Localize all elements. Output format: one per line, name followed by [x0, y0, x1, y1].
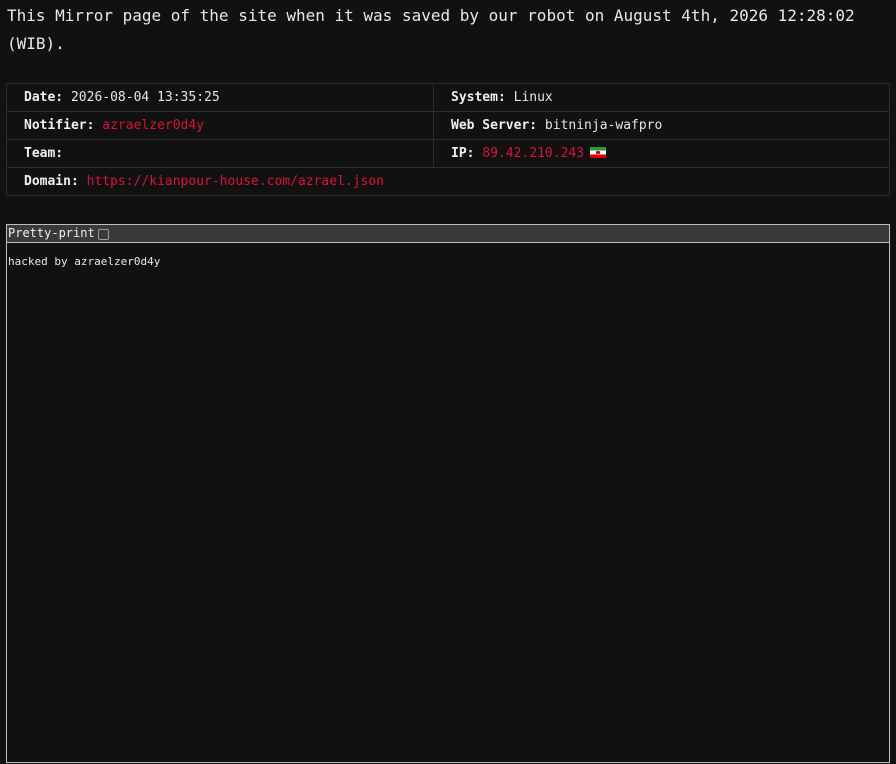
info-row: Domain: https://kianpour-house.com/azrae…: [6, 167, 890, 196]
info-row: Notifier: azraelzer0d4y Web Server: bitn…: [6, 111, 890, 140]
domain-cell: Domain: https://kianpour-house.com/azrae…: [6, 167, 890, 196]
domain-link[interactable]: https://kianpour-house.com/azrael.json: [87, 174, 384, 189]
webserver-cell: Web Server: bitninja-wafpro: [433, 111, 890, 140]
system-label: System:: [451, 90, 506, 105]
pretty-print-label: Pretty-print: [8, 226, 95, 240]
notifier-label: Notifier:: [24, 118, 95, 133]
iran-flag-icon: [590, 147, 607, 158]
notifier-link[interactable]: azraelzer0d4y: [102, 118, 204, 133]
domain-label: Domain:: [24, 174, 79, 189]
ip-cell: IP: 89.42.210.243: [433, 139, 890, 168]
info-row: Date: 2026-08-04 13:35:25 System: Linux: [6, 83, 890, 112]
ip-label: IP:: [451, 146, 475, 161]
info-row: Team: IP: 89.42.210.243: [6, 139, 890, 168]
viewer-toolbar: Pretty-print: [7, 225, 889, 243]
date-value: 2026-08-04 13:35:25: [70, 90, 220, 105]
webserver-value: bitninja-wafpro: [544, 118, 663, 133]
system-value: Linux: [513, 90, 553, 105]
date-label: Date:: [24, 90, 64, 105]
system-cell: System: Linux: [433, 83, 890, 112]
mirror-content: hacked by azraelzer0d4y: [8, 255, 161, 268]
team-label: Team:: [24, 146, 64, 161]
webserver-label: Web Server:: [451, 118, 538, 133]
mirror-notice: This Mirror page of the site when it was…: [7, 6, 855, 53]
date-cell: Date: 2026-08-04 13:35:25: [6, 83, 434, 112]
team-cell: Team:: [6, 139, 434, 168]
info-table: Date: 2026-08-04 13:35:25 System: Linux …: [6, 83, 890, 196]
pretty-print-checkbox[interactable]: [97, 228, 109, 240]
ip-link[interactable]: 89.42.210.243: [482, 146, 584, 161]
mirror-viewer: Pretty-print hacked by azraelzer0d4y: [6, 224, 890, 763]
notifier-cell: Notifier: azraelzer0d4y: [6, 111, 434, 140]
